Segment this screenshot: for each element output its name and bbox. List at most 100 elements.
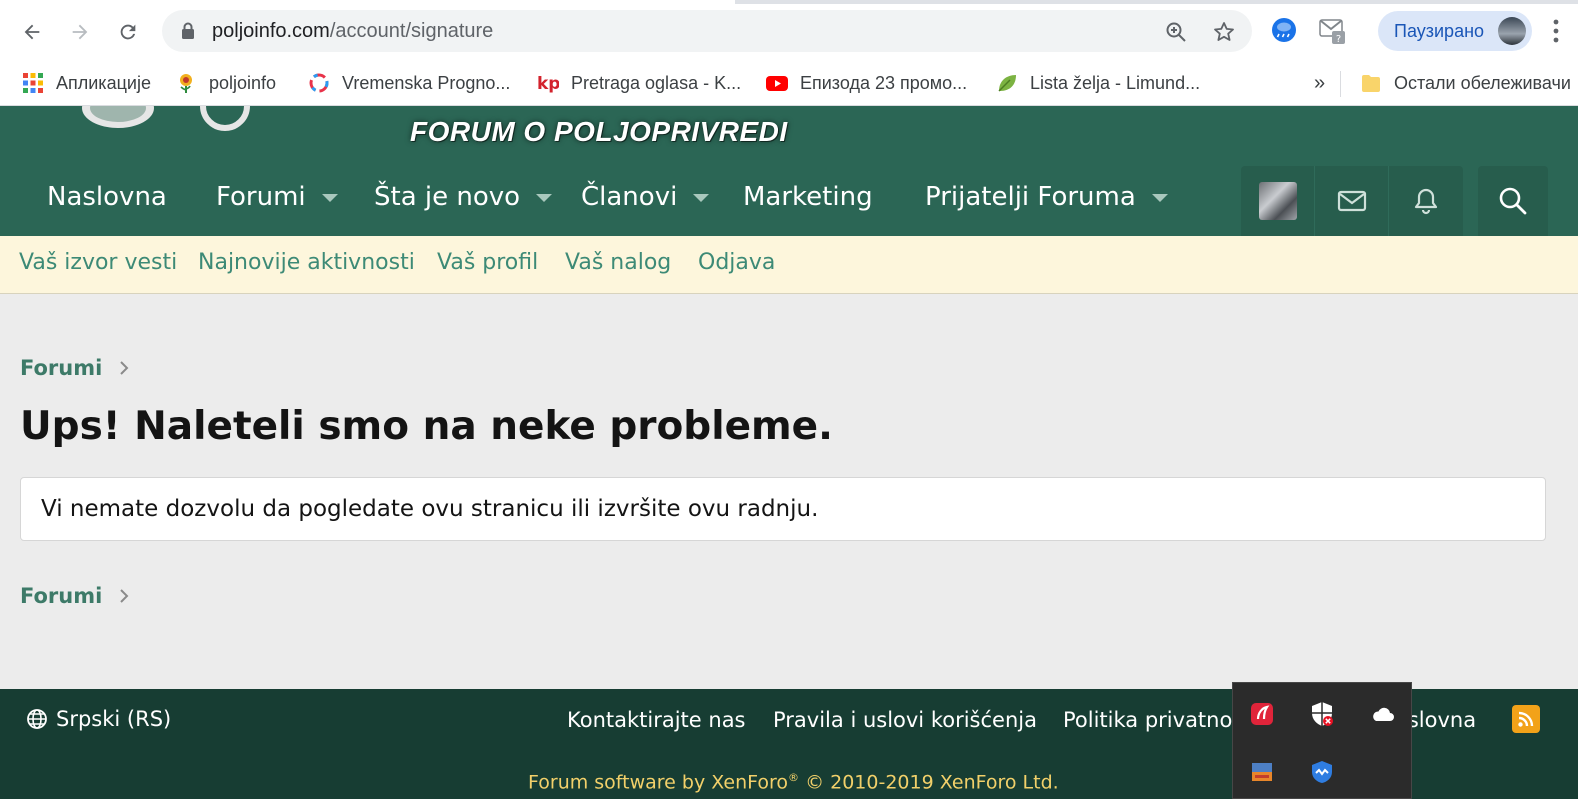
bookmark-label: Vremenska Progno... [342,72,511,93]
browser-toolbar: poljoinfo.com/account/signature ? Паузир… [0,0,1578,62]
bell-icon [1414,188,1438,215]
rss-button[interactable] [1512,705,1540,733]
photo-app-icon [1252,763,1272,781]
tray-security-center[interactable] [1309,701,1335,727]
url-path: /account/signature [329,20,494,42]
globe-icon [27,709,47,729]
folder-icon [1362,75,1380,92]
site-logo[interactable] [80,106,280,132]
footer-privacy-link[interactable]: Politika privatno [1063,708,1232,732]
site-tagline: FORUM O POLJOPRIVREDI [410,116,788,147]
chevron-down-icon[interactable] [536,194,553,202]
tray-defender-app[interactable] [1309,759,1335,785]
other-bookmarks-folder[interactable]: Остали обележивачи [1360,68,1571,98]
kp-icon: kp [537,74,559,94]
nav-label: Forumi [216,182,306,212]
account-avatar-button[interactable] [1241,166,1315,236]
bookmark-weather[interactable]: Vremenska Progno... [308,68,510,98]
shield-icon [1312,761,1332,783]
bookmark-poljoinfo[interactable]: poljoinfo [175,68,276,98]
bookmark-limundo[interactable]: Lista želja - Limund... [996,68,1200,98]
nav-sta-je-novo[interactable]: Šta je novo [374,182,553,212]
bookmark-youtube[interactable]: Епизода 23 промо... [766,68,967,98]
footer-terms-link[interactable]: Pravila i uslovi korišćenja [773,708,1037,732]
language-chooser[interactable]: Srpski (RS) [26,707,171,731]
subnav-news-feed[interactable]: Vaš izvor vesti [19,250,177,275]
profile-label: Паузирано [1394,21,1485,41]
bookmark-label: Pretraga oglasa - K... [571,72,742,93]
tray-onedrive[interactable] [1369,701,1395,727]
sub-navigation: Vaš izvor vesti Najnovije aktivnosti Vaš… [0,236,1578,294]
forward-button[interactable] [62,14,98,50]
nav-label: Članovi [581,182,678,212]
breadcrumb-link[interactable]: Forumi [20,356,102,380]
ring-icon [309,73,329,93]
url-host: poljoinfo.com [212,20,330,42]
bookmarks-overflow-button[interactable]: » [1314,68,1325,98]
copyright-suffix: © 2010-2019 XenForo Ltd. [799,771,1059,794]
footer-contact-link[interactable]: Kontaktirajte nas [567,708,746,732]
tray-photo-app[interactable] [1249,759,1275,785]
breadcrumb-bottom: Forumi [20,584,130,608]
avatar [1258,182,1297,220]
search-button[interactable] [1478,166,1548,236]
bookmark-label: Апликације [56,72,151,93]
cloud-icon [1373,707,1394,721]
error-message: Vi nemate dozvolu da pogledate ovu stran… [41,496,819,522]
page-title: Ups! Naleteli smo na neke probleme. [20,404,833,449]
tray-antivirus-app[interactable] [1249,701,1275,727]
bookmark-kupujem-prodajem[interactable]: kp Pretraga oglasa - K... [537,68,741,98]
subnav-latest-activity[interactable]: Najnovije aktivnosti [198,250,415,275]
active-tab[interactable] [0,0,735,4]
account-controls [1241,166,1463,236]
lock-icon [182,22,194,39]
subnav-your-profile[interactable]: Vaš profil [437,250,538,275]
nav-label: Prijatelji Foruma [925,182,1136,212]
bookmark-label: Епизода 23 промо... [800,72,968,93]
conversations-button[interactable] [1315,166,1389,236]
svg-text:?: ? [1336,34,1341,44]
nav-clanovi[interactable]: Članovi [581,182,710,212]
reload-button[interactable] [110,14,146,50]
envelope-icon [1337,190,1366,212]
leaf-icon [998,75,1016,92]
arrow-left-icon [24,24,40,40]
gmail-checker-icon[interactable]: ? [1318,16,1346,44]
subnav-your-account[interactable]: Vaš nalog [565,250,671,275]
subnav-logout[interactable]: Odjava [698,250,775,275]
nav-naslovna[interactable]: Naslovna [47,182,167,212]
nav-label: Marketing [743,182,873,212]
star-icon[interactable] [1212,20,1236,44]
chevron-right-icon [120,361,129,375]
language-label: Srpski (RS) [56,707,172,731]
kp-logo-text: kp [537,74,559,94]
weather-extension-icon[interactable] [1270,16,1298,44]
copyright-prefix: Forum software by XenForo [528,771,789,794]
zoom-icon[interactable] [1164,20,1188,44]
apps-grid-icon [23,73,43,93]
browser-menu-icon[interactable] [1552,18,1560,44]
rss-icon [1518,711,1534,727]
arrow-right-icon [72,24,88,40]
reload-icon [120,24,136,40]
site-header: FORUM O POLJOPRIVREDI Naslovna Forumi Št… [0,106,1578,236]
nav-prijatelji-foruma[interactable]: Prijatelji Foruma [925,182,1168,212]
address-bar[interactable]: poljoinfo.com/account/signature [162,10,1252,52]
alerts-button[interactable] [1389,166,1463,236]
breadcrumb-link[interactable]: Forumi [20,584,102,608]
chevron-down-icon[interactable] [321,194,338,202]
search-icon [1499,187,1527,215]
error-message-block: Vi nemate dozvolu da pogledate ovu stran… [20,477,1546,541]
bookmark-label: Lista želja - Limund... [1030,72,1201,93]
bookmark-apps[interactable]: Апликације [22,68,151,98]
nav-marketing[interactable]: Marketing [743,182,873,212]
chevron-down-icon[interactable] [693,194,710,202]
flower-icon [180,74,192,93]
back-button[interactable] [14,14,50,50]
system-tray-overflow [1232,682,1412,799]
bookmarks-bar: Апликације poljoinfo Vremenska Progno...… [0,62,1578,106]
bookmark-label: poljoinfo [209,72,277,93]
profile-button[interactable]: Паузирано [1378,11,1532,51]
nav-forumi[interactable]: Forumi [216,182,338,212]
chevron-down-icon[interactable] [1151,194,1168,202]
